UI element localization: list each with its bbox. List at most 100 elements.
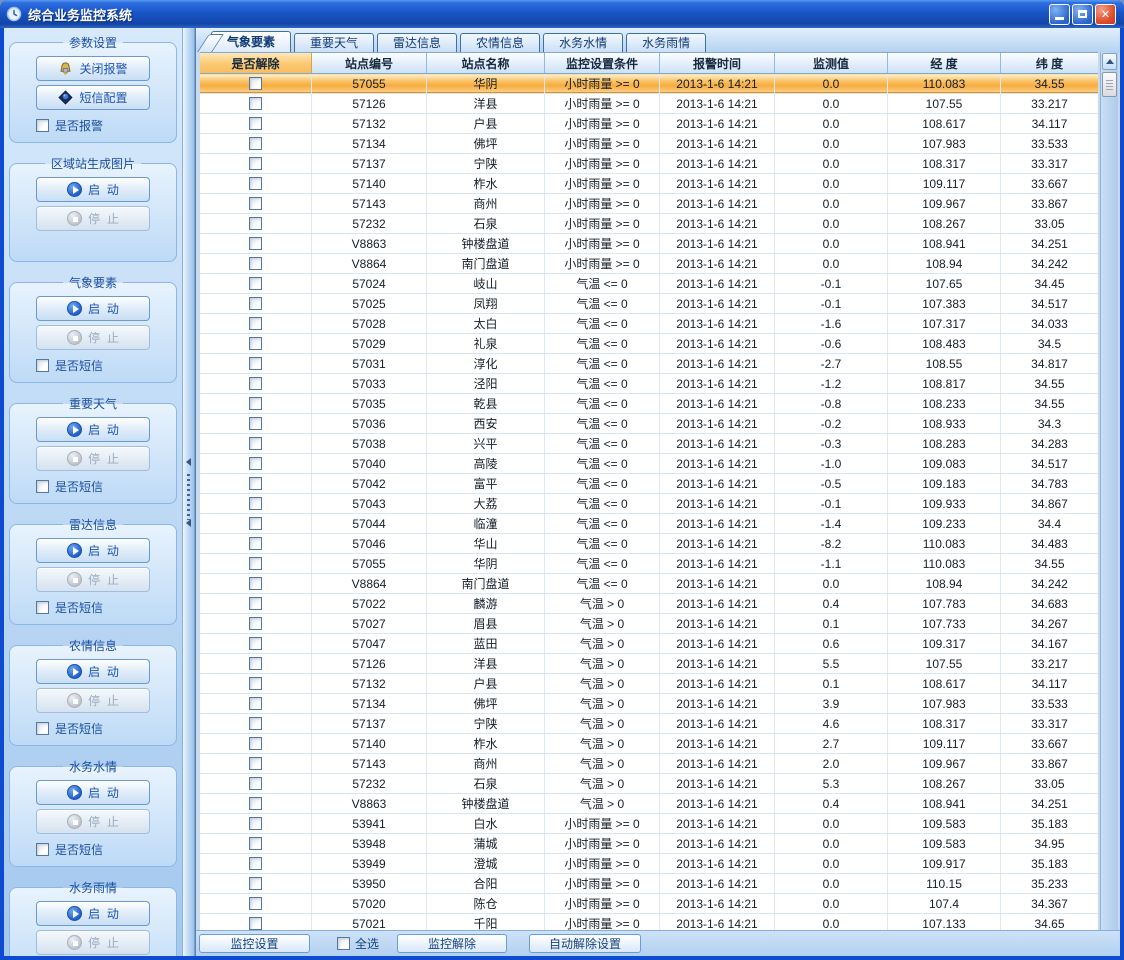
- table-row[interactable]: 57040高陵气温 <= 02013-1-6 14:21-1.0109.0833…: [200, 454, 1098, 474]
- table-row[interactable]: 57126洋县气温 > 02013-1-6 14:215.5107.5533.2…: [200, 654, 1098, 674]
- table-row[interactable]: 53949澄城小时雨量 >= 02013-1-6 14:210.0109.917…: [200, 854, 1098, 874]
- release-checkbox[interactable]: [249, 77, 262, 90]
- release-checkbox[interactable]: [249, 277, 262, 290]
- collapse-left-arrows-icon[interactable]: [186, 519, 191, 527]
- start-button-气象要素[interactable]: 启 动: [36, 296, 150, 321]
- release-checkbox[interactable]: [249, 677, 262, 690]
- release-checkbox[interactable]: [249, 557, 262, 570]
- tab-雷达信息[interactable]: 雷达信息: [377, 33, 457, 52]
- column-header-2[interactable]: 站点编号: [312, 53, 427, 73]
- table-row[interactable]: 57055华阴小时雨量 >= 02013-1-6 14:210.0110.083…: [200, 74, 1098, 94]
- column-header-5[interactable]: 报警时间: [660, 53, 775, 73]
- release-checkbox[interactable]: [249, 297, 262, 310]
- table-row[interactable]: 57031淳化气温 <= 02013-1-6 14:21-2.7108.5534…: [200, 354, 1098, 374]
- table-row[interactable]: 57024岐山气温 <= 02013-1-6 14:21-0.1107.6534…: [200, 274, 1098, 294]
- stop-button-水务雨情[interactable]: 停 止: [36, 930, 150, 955]
- column-header-4[interactable]: 监控设置条件: [545, 53, 660, 73]
- close-button[interactable]: ✕: [1095, 4, 1116, 25]
- release-checkbox[interactable]: [249, 857, 262, 870]
- stop-button-水务水情[interactable]: 停 止: [36, 809, 150, 834]
- tab-水务雨情[interactable]: 水务雨情: [626, 33, 706, 52]
- table-row[interactable]: 57027眉县气温 > 02013-1-6 14:210.1107.73334.…: [200, 614, 1098, 634]
- checkbox-是否短信[interactable]: [36, 722, 49, 735]
- release-checkbox[interactable]: [249, 197, 262, 210]
- release-checkbox[interactable]: [249, 617, 262, 630]
- table-row[interactable]: 57035乾县气温 <= 02013-1-6 14:21-0.8108.2333…: [200, 394, 1098, 414]
- tab-水务水情[interactable]: 水务水情: [543, 33, 623, 52]
- release-checkbox[interactable]: [249, 437, 262, 450]
- checkbox-是否报警[interactable]: [36, 119, 49, 132]
- release-checkbox[interactable]: [249, 637, 262, 650]
- table-row[interactable]: 57025凤翔气温 <= 02013-1-6 14:21-0.1107.3833…: [200, 294, 1098, 314]
- release-checkbox[interactable]: [249, 657, 262, 670]
- release-checkbox[interactable]: [249, 237, 262, 250]
- scroll-up-button[interactable]: [1102, 53, 1117, 70]
- table-row[interactable]: 57021千阳小时雨量 >= 02013-1-6 14:210.0107.133…: [200, 914, 1098, 930]
- start-button-雷达信息[interactable]: 启 动: [36, 538, 150, 563]
- start-button-水务水情[interactable]: 启 动: [36, 780, 150, 805]
- release-checkbox[interactable]: [249, 417, 262, 430]
- release-checkbox[interactable]: [249, 797, 262, 810]
- table-row[interactable]: V8864南门盘道小时雨量 >= 02013-1-6 14:210.0108.9…: [200, 254, 1098, 274]
- release-checkbox[interactable]: [249, 737, 262, 750]
- table-row[interactable]: V8863钟楼盘道气温 > 02013-1-6 14:210.4108.9413…: [200, 794, 1098, 814]
- checkbox-是否短信[interactable]: [36, 601, 49, 614]
- stop-button-雷达信息[interactable]: 停 止: [36, 567, 150, 592]
- collapse-left-arrows-icon[interactable]: [186, 458, 191, 466]
- table-row[interactable]: V8863钟楼盘道小时雨量 >= 02013-1-6 14:210.0108.9…: [200, 234, 1098, 254]
- select-all-checkbox[interactable]: [337, 937, 350, 950]
- table-row[interactable]: 57140柞水气温 > 02013-1-6 14:212.7109.11733.…: [200, 734, 1098, 754]
- monitor-setting-button[interactable]: 监控设置: [199, 934, 310, 953]
- start-button-水务雨情[interactable]: 启 动: [36, 901, 150, 926]
- table-row[interactable]: 57232石泉气温 > 02013-1-6 14:215.3108.26733.…: [200, 774, 1098, 794]
- release-checkbox[interactable]: [249, 477, 262, 490]
- release-checkbox[interactable]: [249, 917, 262, 930]
- stop-button-气象要素[interactable]: 停 止: [36, 325, 150, 350]
- column-header-8[interactable]: 纬 度: [1001, 53, 1098, 73]
- release-checkbox[interactable]: [249, 537, 262, 550]
- splitter-grip[interactable]: [187, 474, 190, 520]
- table-row[interactable]: 53941白水小时雨量 >= 02013-1-6 14:210.0109.583…: [200, 814, 1098, 834]
- release-checkbox[interactable]: [249, 897, 262, 910]
- table-row[interactable]: 57132户县气温 > 02013-1-6 14:210.1108.61734.…: [200, 674, 1098, 694]
- start-button-农情信息[interactable]: 启 动: [36, 659, 150, 684]
- release-checkbox[interactable]: [249, 217, 262, 230]
- table-row[interactable]: 53950合阳小时雨量 >= 02013-1-6 14:210.0110.153…: [200, 874, 1098, 894]
- table-row[interactable]: 57043大荔气温 <= 02013-1-6 14:21-0.1109.9333…: [200, 494, 1098, 514]
- release-checkbox[interactable]: [249, 137, 262, 150]
- table-row[interactable]: 57143商州小时雨量 >= 02013-1-6 14:210.0109.967…: [200, 194, 1098, 214]
- release-checkbox[interactable]: [249, 757, 262, 770]
- release-checkbox[interactable]: [249, 577, 262, 590]
- table-row[interactable]: 57042富平气温 <= 02013-1-6 14:21-0.5109.1833…: [200, 474, 1098, 494]
- monitor-release-button[interactable]: 监控解除: [397, 934, 507, 953]
- release-checkbox[interactable]: [249, 397, 262, 410]
- tab-农情信息[interactable]: 农情信息: [460, 33, 540, 52]
- table-row[interactable]: 57137宁陕气温 > 02013-1-6 14:214.6108.31733.…: [200, 714, 1098, 734]
- release-checkbox[interactable]: [249, 457, 262, 470]
- table-row[interactable]: 57033泾阳气温 <= 02013-1-6 14:21-1.2108.8173…: [200, 374, 1098, 394]
- table-row[interactable]: 57046华山气温 <= 02013-1-6 14:21-8.2110.0833…: [200, 534, 1098, 554]
- release-checkbox[interactable]: [249, 357, 262, 370]
- release-checkbox[interactable]: [249, 817, 262, 830]
- table-row[interactable]: 57028太白气温 <= 02013-1-6 14:21-1.6107.3173…: [200, 314, 1098, 334]
- column-header-1[interactable]: 是否解除: [200, 53, 312, 73]
- release-checkbox[interactable]: [249, 317, 262, 330]
- table-row[interactable]: V8864南门盘道气温 <= 02013-1-6 14:210.0108.943…: [200, 574, 1098, 594]
- table-row[interactable]: 57036西安气温 <= 02013-1-6 14:21-0.2108.9333…: [200, 414, 1098, 434]
- column-header-7[interactable]: 经 度: [888, 53, 1001, 73]
- table-row[interactable]: 57022麟游气温 > 02013-1-6 14:210.4107.78334.…: [200, 594, 1098, 614]
- release-checkbox[interactable]: [249, 717, 262, 730]
- release-checkbox[interactable]: [249, 697, 262, 710]
- sms-config-button[interactable]: 短信配置: [36, 85, 150, 110]
- table-row[interactable]: 57132户县小时雨量 >= 02013-1-6 14:210.0108.617…: [200, 114, 1098, 134]
- auto-release-setting-button[interactable]: 自动解除设置: [529, 934, 641, 953]
- start-button-区域站生成图片[interactable]: 启 动: [36, 177, 150, 202]
- release-checkbox[interactable]: [249, 777, 262, 790]
- stop-button-农情信息[interactable]: 停 止: [36, 688, 150, 713]
- table-row[interactable]: 57038兴平气温 <= 02013-1-6 14:21-0.3108.2833…: [200, 434, 1098, 454]
- release-checkbox[interactable]: [249, 377, 262, 390]
- close-alarm-button[interactable]: 关闭报警: [36, 56, 150, 81]
- table-row[interactable]: 57143商州气温 > 02013-1-6 14:212.0109.96733.…: [200, 754, 1098, 774]
- column-header-3[interactable]: 站点名称: [427, 53, 545, 73]
- release-checkbox[interactable]: [249, 177, 262, 190]
